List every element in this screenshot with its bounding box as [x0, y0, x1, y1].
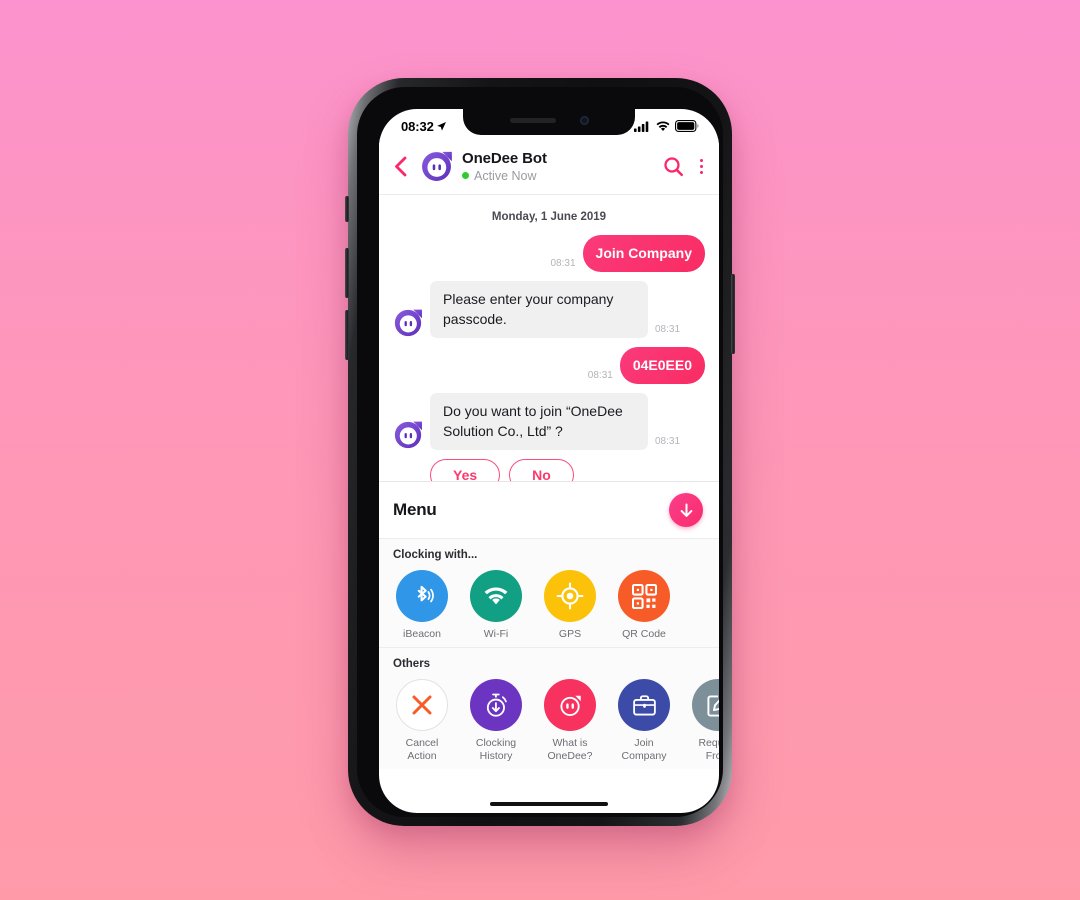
section-title: Clocking with... [393, 549, 478, 561]
status-time-group: 08:32 [401, 119, 447, 134]
page-title: OneDee Bot [462, 150, 547, 168]
wifi-icon [484, 587, 508, 605]
gps-target-icon [556, 582, 584, 610]
tile-label: Request From [698, 737, 719, 763]
tile-label: Wi-Fi [483, 628, 509, 640]
menu-item-wifi[interactable]: Wi-Fi [467, 570, 525, 641]
tile-circle [396, 679, 448, 732]
wifi-icon [656, 121, 670, 131]
menu-section-clocking: Clocking with... iBeacon Wi-Fi GPS QR Co… [379, 538, 719, 648]
menu-item-join-company[interactable]: Join Company [615, 679, 673, 763]
message-row-outgoing: 08:31 04E0EE0 [393, 346, 705, 385]
chat-header: OneDee Bot Active Now [379, 139, 719, 195]
section-title: Others [393, 658, 431, 671]
menu-item-what-is-onedee[interactable]: What is OneDee? [541, 679, 599, 763]
menu-tile-row: iBeacon Wi-Fi GPS QR Code [393, 570, 705, 641]
notch [463, 109, 635, 135]
qr-code-icon [631, 583, 657, 609]
message-row-incoming: Please enter your company passcode. 08:3… [393, 281, 705, 338]
header-text-group: OneDee Bot Active Now [462, 150, 654, 183]
tile-circle [618, 570, 670, 622]
tile-label: Clocking History [475, 737, 517, 763]
more-vertical-icon[interactable] [698, 157, 706, 177]
message-row-outgoing: 08:31 Join Company [393, 235, 705, 273]
menu-item-ibeacon[interactable]: iBeacon [393, 570, 451, 641]
onedee-face-icon [559, 695, 581, 716]
tile-label: Join Company [621, 737, 667, 763]
menu-item-clocking-history[interactable]: Clocking History [467, 679, 525, 763]
menu-section-others: Others Cancel Action Clocking History Wh… [379, 647, 719, 770]
quick-reply-group: Yes No [430, 458, 705, 481]
onedee-bot-avatar [394, 309, 422, 337]
status-time: 08:32 [401, 118, 434, 134]
menu-title: Menu [393, 500, 437, 519]
device-bezel: 08:32 OneDee Bot Active Now Monday, 1 Ju… [357, 87, 723, 817]
chevron-left-icon [394, 156, 406, 177]
message-bubble: Please enter your company passcode. [430, 281, 648, 338]
message-timestamp: 08:31 [655, 323, 681, 335]
header-actions [663, 156, 706, 177]
message-bubble: 04E0EE0 [619, 346, 705, 385]
stopwatch-down-icon [486, 693, 507, 717]
location-arrow-icon [436, 121, 446, 131]
menu-panel: Menu Clocking with... iBeacon Wi-Fi GPS … [379, 481, 719, 770]
message-list: Monday, 1 June 2019 08:31 Join Company P… [379, 195, 719, 481]
tile-label: GPS [558, 628, 582, 640]
power-button[interactable] [731, 274, 735, 354]
message-row-incoming: Do you want to join “OneDee Solution Co.… [393, 393, 705, 450]
arrow-down-icon [680, 502, 692, 517]
status-text: Active Now [474, 168, 537, 183]
collapse-menu-button[interactable] [669, 493, 703, 527]
tile-circle [470, 570, 522, 622]
tile-label: QR Code [622, 628, 666, 640]
message-timestamp: 08:31 [550, 258, 576, 270]
message-bubble: Join Company [582, 235, 705, 273]
date-separator: Monday, 1 June 2019 [491, 211, 607, 223]
tile-circle [544, 570, 596, 622]
message-timestamp: 08:31 [587, 370, 613, 382]
tile-label: iBeacon [403, 628, 441, 640]
cellular-signal-icon [634, 121, 649, 132]
online-dot-icon [462, 172, 469, 180]
menu-item-qrcode[interactable]: QR Code [615, 570, 673, 641]
tile-label: Cancel Action [405, 737, 439, 763]
edit-square-icon [706, 695, 719, 717]
status-indicators [634, 120, 699, 132]
menu-item-request-from[interactable]: Request From [689, 679, 719, 763]
tile-label: What is OneDee? [547, 737, 593, 763]
tile-circle [618, 679, 670, 732]
home-indicator[interactable] [490, 801, 608, 806]
tile-circle [396, 570, 448, 622]
message-bubble: Do you want to join “OneDee Solution Co.… [430, 393, 648, 450]
phone-screen: 08:32 OneDee Bot Active Now Monday, 1 Ju… [379, 109, 719, 813]
briefcase-icon [632, 694, 656, 716]
tile-circle [692, 679, 719, 732]
earpiece-speaker [509, 117, 556, 123]
menu-header: Menu [379, 482, 719, 538]
onedee-bot-avatar [394, 421, 422, 448]
quick-reply-no[interactable]: No [509, 458, 574, 481]
volume-down-button[interactable] [345, 310, 349, 360]
volume-up-button[interactable] [345, 248, 349, 298]
front-camera-icon [579, 115, 589, 125]
silent-switch[interactable] [345, 196, 349, 222]
status-badge: Active Now [462, 169, 654, 183]
menu-tile-row: Cancel Action Clocking History What is O… [393, 679, 719, 763]
onedee-bot-avatar [422, 151, 452, 181]
search-icon[interactable] [663, 156, 684, 177]
message-timestamp: 08:31 [655, 435, 681, 447]
tile-circle [470, 679, 522, 732]
menu-item-cancel-action[interactable]: Cancel Action [393, 679, 451, 763]
back-button[interactable] [389, 156, 411, 177]
battery-full-icon [675, 120, 699, 132]
phone-device: 08:32 OneDee Bot Active Now Monday, 1 Ju… [345, 78, 735, 826]
quick-reply-yes[interactable]: Yes [430, 458, 501, 481]
tile-circle [544, 679, 596, 732]
menu-item-gps[interactable]: GPS [541, 570, 599, 641]
close-x-icon [412, 695, 432, 715]
bluetooth-icon [417, 585, 434, 603]
